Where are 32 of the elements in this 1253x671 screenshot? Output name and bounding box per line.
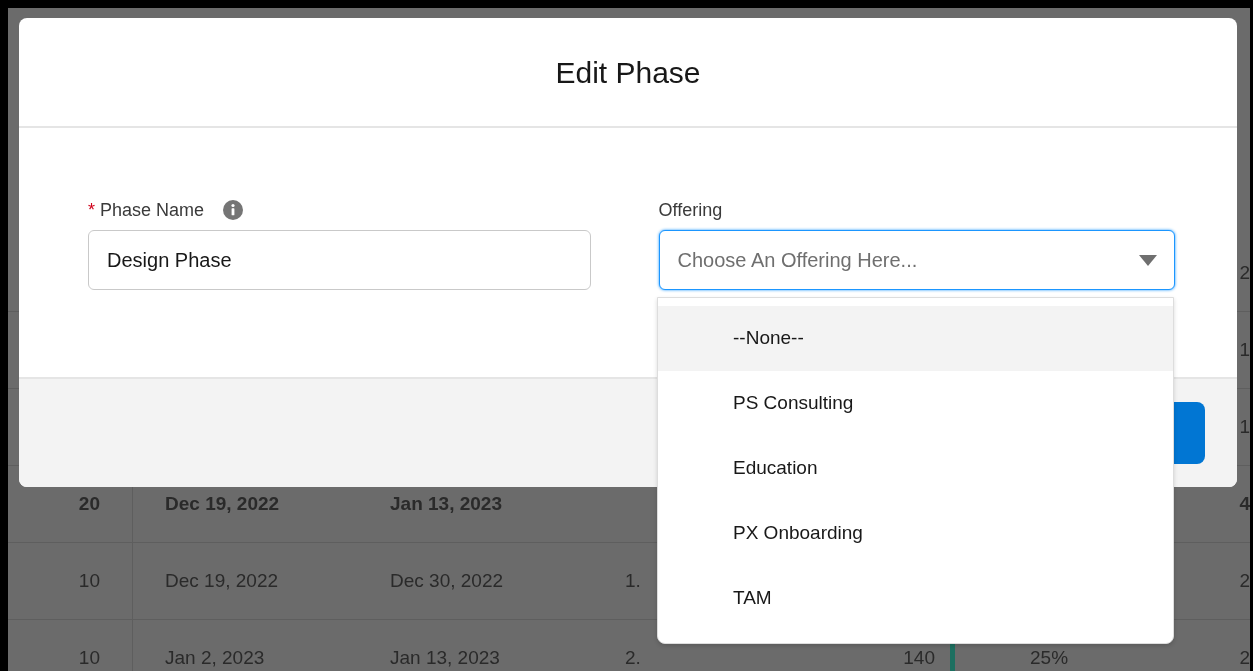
dropdown-option[interactable]: PX Onboarding [658,501,1173,566]
table-cell-text: Dec 30, 2022 [390,568,504,593]
dropdown-option[interactable]: TAM [658,566,1173,631]
table-cell-text: 140 [903,645,935,670]
table-cell-text: 20 [78,491,100,516]
field-label: Phase Name [100,198,205,222]
select-field[interactable]: Choose An Offering Here... [658,230,1175,290]
text-field[interactable]: Design Phase [88,230,591,290]
dropdown-option[interactable]: --None-- [658,306,1173,371]
table-cell-text: 1 [1239,337,1250,362]
dialog-title: Edit Phase [555,54,701,91]
table-cell-text: Dec 19, 2022 [165,491,280,516]
table-cell-text: 10 [78,645,100,670]
table-cell-text: 1 [1239,414,1250,439]
table-cell-text: 10 [78,568,100,593]
field-label: Offering [658,198,723,222]
dropdown-option[interactable]: Education [658,436,1173,501]
table-cell-text: 2 [1239,645,1250,670]
table-cell-text: 2. [625,645,641,670]
required-mark: * [88,198,95,222]
table-cell-text: 4 [1239,491,1250,516]
table-cell-text: 25% [1030,645,1069,670]
table-cell-text: Jan 2, 2023 [165,645,265,670]
info-icon[interactable] [223,200,244,220]
caret-icon [1139,255,1157,266]
table-cell-text: Dec 19, 2022 [165,568,279,593]
table-cell-text: 2 [1239,260,1250,285]
table-cell-text: Jan 13, 2023 [390,645,500,670]
table-cell-text: 2 [1239,568,1250,593]
table-cell-text: 1. [625,568,641,593]
table-cell-text: Jan 13, 2023 [390,491,502,516]
dropdown-option[interactable]: PS Consulting [658,371,1173,436]
